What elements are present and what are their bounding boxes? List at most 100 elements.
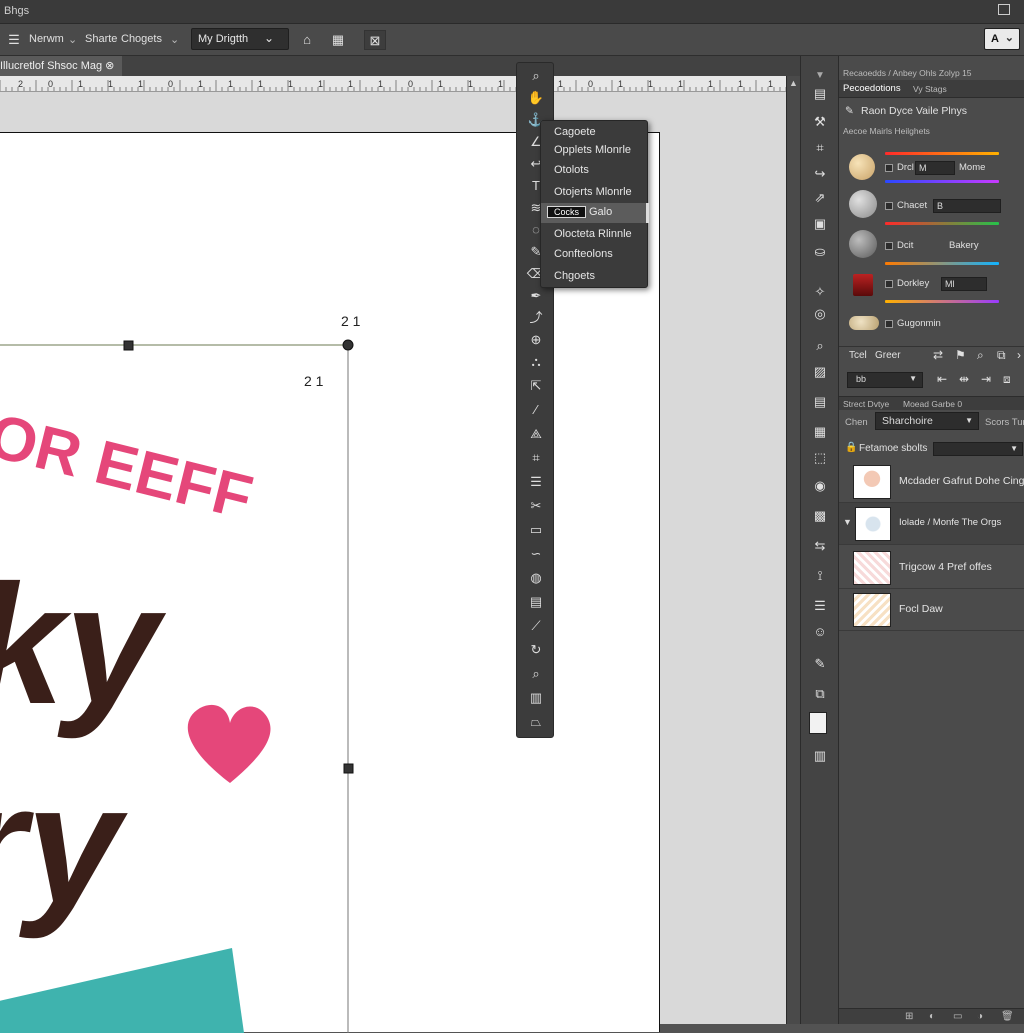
option-item-2[interactable]: Sharte [85,33,117,45]
align-icon[interactable]: ☰ [809,596,831,616]
swatch-row[interactable]: Drcl M Mome [845,150,1021,188]
pencil-icon[interactable]: ✎ [845,105,854,117]
layer-row[interactable]: Mcdader Gafrut Dohe Cingin [839,461,1024,503]
swatch-checkbox[interactable] [885,242,893,250]
rotate-icon[interactable]: ↻ [517,639,555,661]
font-dropdown[interactable]: My Drigtth ⌄ [191,28,289,50]
align-center-icon[interactable]: ⇹ [959,372,969,386]
path-select-icon[interactable]: ⤴ [517,307,555,329]
document-tab[interactable]: Illucretlof Shsoc Mag ⊗ [0,56,123,76]
swatch-checkbox[interactable] [885,280,893,288]
swap-icon[interactable]: ⇄ [933,348,943,362]
hook-icon[interactable]: ↪ [809,164,831,184]
zoom-icon[interactable]: ⌕ [977,348,984,363]
align-right-icon[interactable]: ⇥ [981,372,991,386]
layer-row[interactable]: Trigcow 4 Pref offes [839,547,1024,589]
image-icon[interactable]: ▨ [809,362,831,382]
grid-icon[interactable]: ▦ [328,30,348,50]
layer-row-selected[interactable]: ▼ Iolade / Monfe The Orgs [839,503,1024,545]
option-item-3[interactable]: Chogets [121,33,162,45]
warp-icon[interactable]: ⟁ [517,423,555,445]
collapse-icon[interactable]: ▼ [809,66,831,86]
sphere-icon[interactable]: ◉ [809,476,831,496]
pattern-icon[interactable]: ▩ [809,506,831,526]
eyedropper-icon[interactable]: ⁄ [517,399,555,421]
cube-icon[interactable]: ⬚ [809,448,831,468]
grid-icon[interactable]: ▦ [809,422,831,442]
chevron-down-icon[interactable]: ⌄ [68,33,77,46]
wand-icon[interactable]: ✧ [809,282,831,302]
document-icon[interactable]: ▤ [809,84,831,104]
flyout-item[interactable]: Opplets Mlonrle [541,141,649,161]
lock-icon[interactable]: 🔒 [845,442,857,453]
flyout-item[interactable]: Otojerts Mlonrle [541,183,649,203]
blend-mode-dropdown[interactable]: bb ▼ [847,372,923,388]
move-icon[interactable]: ⇆ [809,536,831,556]
list-icon[interactable]: ☰ [517,471,555,493]
path-icon[interactable]: ⟟ [809,566,831,586]
chart-icon[interactable]: ▤ [517,591,555,613]
layers-tab-1[interactable]: Strect Dvtye [843,399,889,409]
distribute-icon[interactable]: ⧈ [1003,372,1011,387]
chevron-right-icon[interactable]: › [1017,348,1021,362]
columns-icon[interactable]: ▥ [517,687,555,709]
stamp-icon[interactable]: ⛬ [517,351,555,373]
home-icon[interactable]: ⌂ [297,30,317,50]
scissors-icon[interactable]: ✂ [517,495,555,517]
swatch-row[interactable]: Dcit Bakery [845,228,1021,266]
tab-active[interactable]: Pecoedotions [843,83,901,94]
fill-icon[interactable]: ⛀ [809,242,831,262]
mask-icon[interactable]: ◐ [929,1011,935,1022]
layer-row[interactable]: Focl Daw [839,589,1024,631]
crop-icon[interactable]: ⌗ [809,138,831,158]
swatch-field[interactable]: Ml [941,277,987,291]
panel-icon[interactable]: ▤ [809,392,831,412]
blend-icon[interactable]: ∽ [517,543,555,565]
swatch-checkbox[interactable] [885,320,893,328]
close-icon[interactable]: ⊗ [105,60,114,72]
shape-builder-icon[interactable]: ⏢ [517,711,555,733]
option-item-1[interactable]: Nerwm [29,33,64,45]
layers-icon[interactable]: ⧉ [997,348,1006,363]
swatch-checkbox[interactable] [885,202,893,210]
gradient-icon[interactable]: ▭ [517,519,555,541]
stack-icon[interactable]: ⧉ [809,684,831,704]
artboard-icon[interactable]: ⌗ [517,447,555,469]
tab-inactive[interactable]: Vy Stags [913,84,947,94]
swatch-row[interactable]: Dorkley Ml [845,268,1021,306]
knife-icon[interactable]: ⟋ [517,615,555,637]
pen-icon[interactable]: ✒ [517,285,555,307]
direct-select-icon[interactable]: ⇱ [517,375,555,397]
menu-lines-icon[interactable]: ☰ [4,30,24,50]
trash-icon[interactable]: 🗑 [1001,1011,1014,1022]
vertical-scrollbar[interactable]: ▲ [786,76,800,1024]
scroll-up-icon[interactable]: ▲ [789,78,798,88]
layers-mode-dropdown[interactable]: Sharchoire ▼ [875,412,979,430]
swatch-row[interactable]: Chacet B [845,188,1021,226]
symbol-icon[interactable]: ◍ [517,567,555,589]
hand-icon[interactable]: ✋ [517,87,555,109]
adjust-icon[interactable]: ◑ [977,1011,983,1022]
fill-dropdown[interactable]: ▼ [933,442,1023,456]
folder-icon[interactable]: ▭ [953,1011,962,1022]
flyout-item-selected[interactable]: Cocks Galo [541,203,649,223]
align-left-icon[interactable]: ⇤ [937,372,947,386]
search-icon[interactable]: ⌕ [517,65,555,87]
flyout-item[interactable]: Olocteta Rlinnle [541,225,649,245]
swatch-field[interactable]: B [933,199,1001,213]
flyout-item[interactable]: Cagoete [541,123,649,143]
flag-icon[interactable]: ⚑ [955,348,966,362]
new-layer-icon[interactable]: ⊞ [905,1011,913,1022]
flyout-item[interactable]: Chgoets [541,267,649,287]
right-dropdown[interactable]: A ⌄ [984,28,1020,50]
swatch-field[interactable]: M [915,161,955,175]
chevron-down-icon[interactable]: ⌄ [170,33,179,46]
flyout-item[interactable]: Confteolons [541,245,649,265]
flyout-item[interactable]: Otolots [541,161,649,181]
person-icon[interactable]: ☺ [809,622,831,642]
swatch-checkbox[interactable] [885,164,893,172]
canvas-area[interactable]: 2 1 2 1 OR EEFF ky ry [0,92,786,1033]
expand-arrow-icon[interactable]: ▼ [843,517,852,527]
library-icon[interactable]: ▣ [809,214,831,234]
swatch-row[interactable]: Gugonmin [845,308,1021,346]
